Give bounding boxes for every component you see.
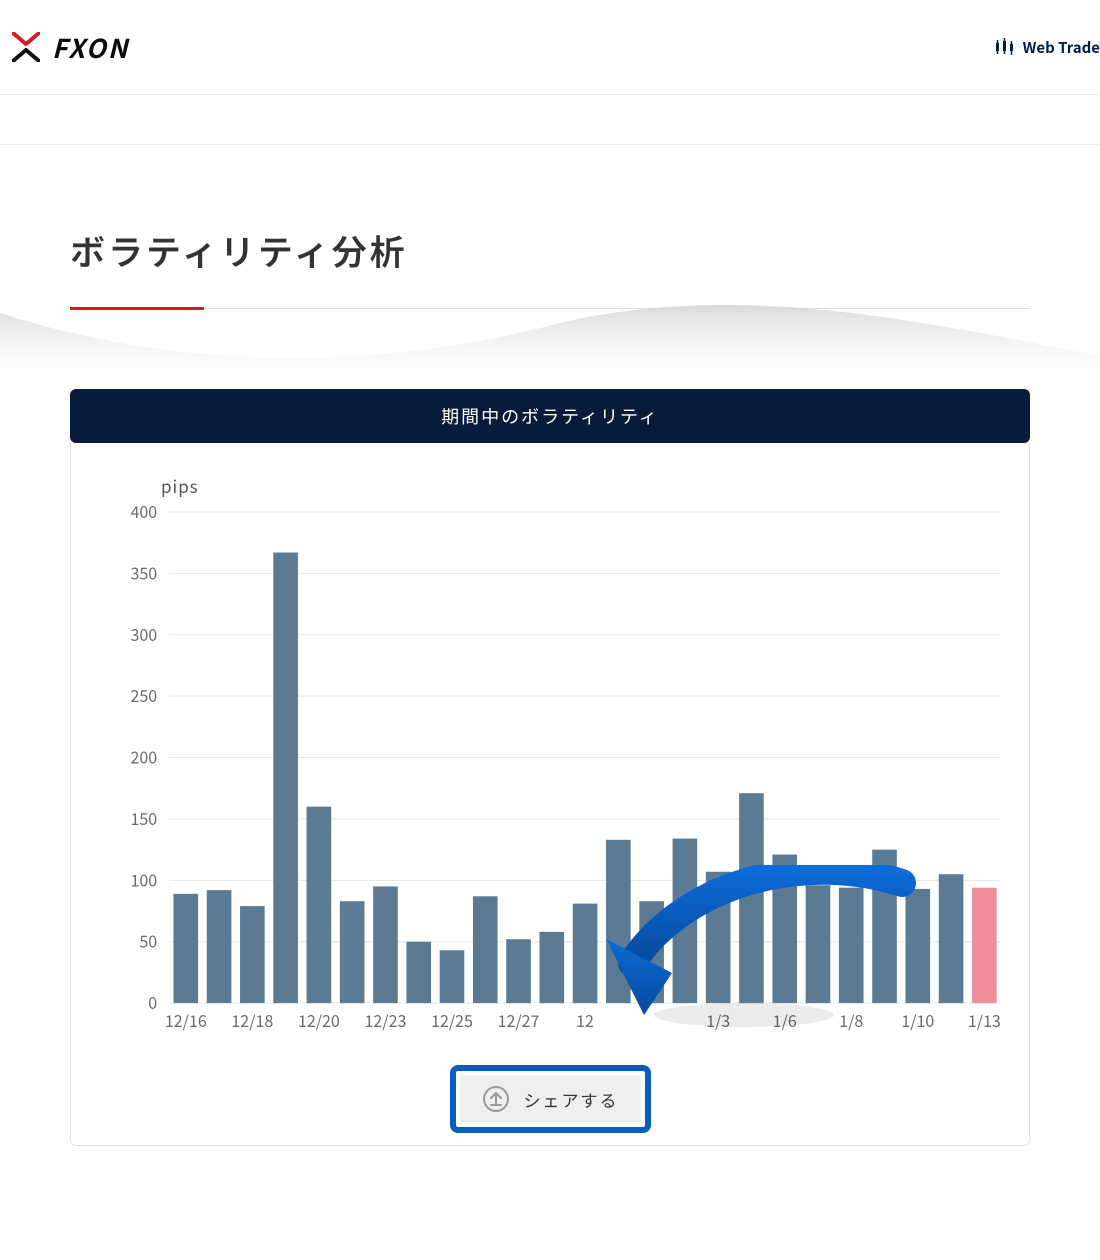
svg-text:1/3: 1/3 <box>706 1008 730 1032</box>
svg-text:12: 12 <box>576 1008 594 1032</box>
chart-bar[interactable] <box>772 855 797 1004</box>
volatility-panel: 期間中のボラティリティ pips 0 50 100 150 200 250 300 350 40… <box>70 389 1030 1146</box>
header-right: Web Trade <box>995 37 1100 58</box>
panel-body: pips 0 50 100 150 200 250 300 350 400 12/16 12/18 1… <box>70 443 1030 1146</box>
svg-text:12/25: 12/25 <box>431 1008 473 1032</box>
svg-text:350: 350 <box>130 560 157 584</box>
chart-bar[interactable] <box>639 901 664 1003</box>
svg-text:12/23: 12/23 <box>365 1008 407 1032</box>
chart-bar[interactable] <box>806 885 831 1003</box>
share-upload-icon <box>482 1085 510 1113</box>
chart-bar[interactable] <box>174 894 199 1003</box>
chart-bar[interactable] <box>273 553 298 1004</box>
svg-text:1/6: 1/6 <box>773 1008 797 1032</box>
chart-bar[interactable] <box>406 942 431 1003</box>
chart-bar[interactable] <box>972 888 997 1003</box>
chart-container: pips 0 50 100 150 200 250 300 350 400 12/16 12/18 1… <box>89 473 1011 1043</box>
svg-text:50: 50 <box>139 929 157 953</box>
brand-logo[interactable]: FXON <box>12 29 129 66</box>
chart-bar[interactable] <box>373 886 398 1003</box>
chart-bar[interactable] <box>506 939 531 1003</box>
title-section: ボラティリティ分析 <box>0 145 1100 309</box>
chart-bar[interactable] <box>939 874 964 1003</box>
svg-text:1/8: 1/8 <box>839 1008 863 1032</box>
chart-bar[interactable] <box>240 906 265 1003</box>
share-button-wrap: シェアする <box>89 1065 1011 1133</box>
sub-header-spacer <box>0 95 1100 145</box>
top-header: FXON Web Trade <box>0 0 1100 95</box>
chart-bar[interactable] <box>539 932 564 1003</box>
chart-bar[interactable] <box>872 850 897 1003</box>
chart-bar[interactable] <box>473 896 498 1003</box>
svg-text:0: 0 <box>148 990 157 1014</box>
web-trade-label: Web Trade <box>1023 37 1100 58</box>
chart-bar[interactable] <box>440 950 465 1003</box>
chart-bar[interactable] <box>905 889 930 1003</box>
svg-text:1/10: 1/10 <box>901 1008 934 1032</box>
chart-bar[interactable] <box>839 888 864 1003</box>
share-button[interactable]: シェアする <box>460 1075 641 1123</box>
y-axis-unit: pips <box>89 473 1011 498</box>
svg-text:12/18: 12/18 <box>231 1008 273 1032</box>
wave-decoration <box>0 309 1100 389</box>
svg-text:150: 150 <box>130 806 157 830</box>
svg-text:400: 400 <box>130 502 157 523</box>
svg-text:1/13: 1/13 <box>968 1008 1001 1032</box>
chart-bar[interactable] <box>340 901 365 1003</box>
chart-bar[interactable] <box>739 793 764 1003</box>
brand-mark-icon <box>12 32 40 62</box>
share-label: シェアする <box>524 1087 619 1112</box>
chart-bar[interactable] <box>307 807 332 1003</box>
svg-text:12/20: 12/20 <box>298 1008 340 1032</box>
svg-text:12/27: 12/27 <box>498 1008 540 1032</box>
chart-bar[interactable] <box>573 904 598 1003</box>
page-title: ボラティリティ分析 <box>70 225 1030 276</box>
svg-text:200: 200 <box>130 745 157 769</box>
panel-header: 期間中のボラティリティ <box>70 389 1030 443</box>
share-highlight-frame: シェアする <box>450 1065 651 1133</box>
svg-text:300: 300 <box>130 622 157 646</box>
svg-text:250: 250 <box>130 683 157 707</box>
web-trade-link[interactable]: Web Trade <box>995 37 1100 58</box>
chart-bar[interactable] <box>706 872 731 1003</box>
chart-bar[interactable] <box>207 890 232 1003</box>
chart-bar[interactable] <box>673 839 698 1004</box>
chart-bar[interactable] <box>606 840 631 1003</box>
brand-text: FXON <box>52 29 129 66</box>
volatility-bar-chart: 0 50 100 150 200 250 300 350 400 12/16 12/18 12/20 1… <box>89 502 1011 1043</box>
candlestick-icon <box>995 38 1015 56</box>
svg-text:12/16: 12/16 <box>165 1008 207 1032</box>
svg-text:100: 100 <box>130 867 157 891</box>
